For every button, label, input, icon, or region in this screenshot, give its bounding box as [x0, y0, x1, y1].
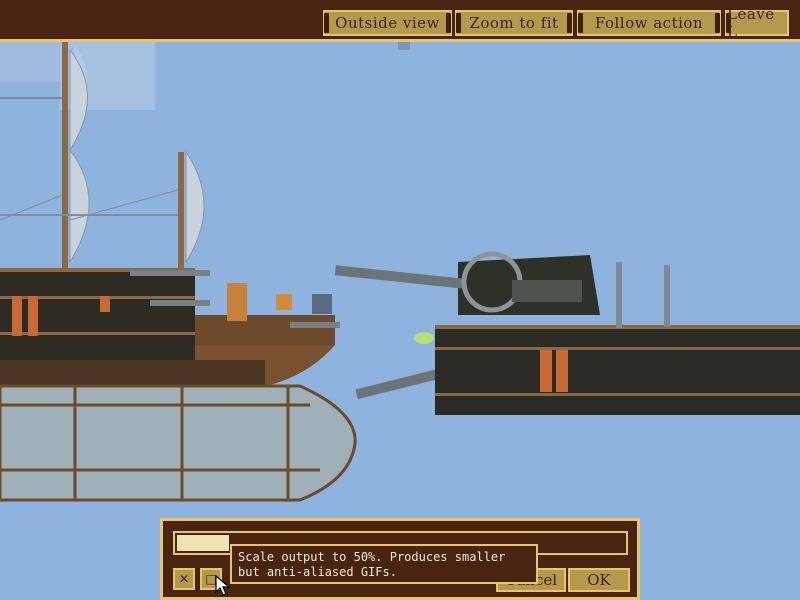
ok-button[interactable]: OK — [568, 568, 630, 592]
crossed-icon: ✕ — [178, 572, 190, 586]
outside-view-button[interactable]: Outside view — [323, 10, 452, 36]
airship-battle-scene — [0, 42, 800, 502]
enemy-airship — [334, 251, 800, 415]
left-airship-hull — [0, 268, 340, 390]
ok-label: OK — [587, 571, 611, 589]
top-toolbar: Outside view Zoom to fit Follow action L… — [0, 0, 800, 42]
button-cap-right — [446, 13, 451, 33]
button-cap-left — [726, 13, 731, 33]
outside-view-label: Outside view — [335, 14, 440, 32]
button-cap-right — [715, 13, 720, 33]
zoom-to-fit-button[interactable]: Zoom to fit — [455, 10, 573, 36]
mouse-cursor-icon — [215, 575, 231, 596]
crossed-option-button[interactable]: ✕ — [173, 568, 195, 590]
button-cap-left — [456, 13, 461, 33]
follow-action-button[interactable]: Follow action — [577, 10, 721, 36]
leave-button[interactable]: Leave L — [725, 5, 789, 41]
tooltip-text: Scale output to 50%. Produces smaller bu… — [238, 550, 506, 579]
scale-tooltip: Scale output to 50%. Produces smaller bu… — [230, 544, 538, 584]
follow-action-label: Follow action — [594, 14, 704, 32]
game-viewport[interactable] — [0, 42, 800, 600]
button-cap-left — [578, 13, 583, 33]
zoom-to-fit-label: Zoom to fit — [469, 14, 559, 32]
button-cap-right — [567, 13, 572, 33]
distant-sails — [0, 42, 410, 125]
left-airship-balloon — [0, 384, 357, 502]
leave-label: Leave L — [727, 5, 775, 41]
button-cap-left — [324, 13, 329, 33]
export-progress-fill — [177, 535, 229, 551]
